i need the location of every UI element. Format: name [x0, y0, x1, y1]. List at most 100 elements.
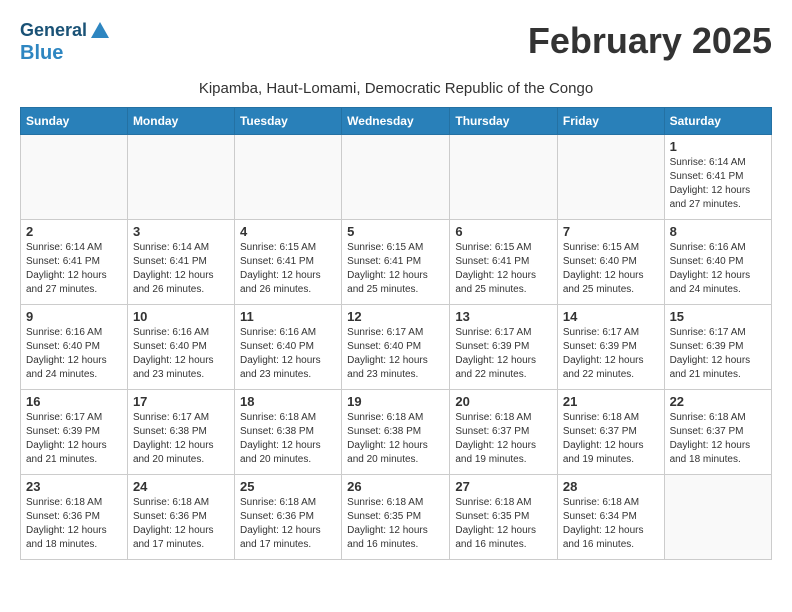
calendar-cell — [664, 475, 771, 560]
day-info: Sunrise: 6:17 AM Sunset: 6:38 PM Dayligh… — [133, 411, 229, 467]
day-info: Sunrise: 6:18 AM Sunset: 6:37 PM Dayligh… — [670, 411, 766, 467]
day-info: Sunrise: 6:18 AM Sunset: 6:34 PM Dayligh… — [563, 496, 659, 552]
day-number: 18 — [240, 394, 336, 409]
day-number: 27 — [455, 479, 552, 494]
calendar-cell: 14 Sunrise: 6:17 AM Sunset: 6:39 PM Dayli… — [557, 305, 664, 390]
day-number: 17 — [133, 394, 229, 409]
calendar-cell: 22 Sunrise: 6:18 AM Sunset: 6:37 PM Dayli… — [664, 390, 771, 475]
calendar-cell: 24 Sunrise: 6:18 AM Sunset: 6:36 PM Dayli… — [127, 475, 234, 560]
logo: General Blue — [20, 20, 111, 64]
day-info: Sunrise: 6:16 AM Sunset: 6:40 PM Dayligh… — [670, 241, 766, 297]
day-number: 26 — [347, 479, 444, 494]
day-number: 20 — [455, 394, 552, 409]
day-info: Sunrise: 6:18 AM Sunset: 6:36 PM Dayligh… — [26, 496, 122, 552]
calendar-cell: 9 Sunrise: 6:16 AM Sunset: 6:40 PM Daylig… — [21, 305, 128, 390]
calendar-cell: 27 Sunrise: 6:18 AM Sunset: 6:35 PM Dayli… — [450, 475, 558, 560]
day-info: Sunrise: 6:16 AM Sunset: 6:40 PM Dayligh… — [26, 326, 122, 382]
day-number: 6 — [455, 224, 552, 239]
day-number: 24 — [133, 479, 229, 494]
calendar-cell — [234, 135, 341, 220]
weekday-header-wednesday: Wednesday — [342, 108, 450, 135]
day-number: 14 — [563, 309, 659, 324]
calendar-cell: 5 Sunrise: 6:15 AM Sunset: 6:41 PM Daylig… — [342, 220, 450, 305]
calendar-cell: 28 Sunrise: 6:18 AM Sunset: 6:34 PM Dayli… — [557, 475, 664, 560]
day-number: 5 — [347, 224, 444, 239]
calendar-cell: 2 Sunrise: 6:14 AM Sunset: 6:41 PM Daylig… — [21, 220, 128, 305]
day-info: Sunrise: 6:14 AM Sunset: 6:41 PM Dayligh… — [26, 241, 122, 297]
day-info: Sunrise: 6:15 AM Sunset: 6:41 PM Dayligh… — [455, 241, 552, 297]
day-number: 1 — [670, 139, 766, 154]
day-number: 11 — [240, 309, 336, 324]
calendar-cell: 8 Sunrise: 6:16 AM Sunset: 6:40 PM Daylig… — [664, 220, 771, 305]
weekday-header-thursday: Thursday — [450, 108, 558, 135]
day-info: Sunrise: 6:14 AM Sunset: 6:41 PM Dayligh… — [670, 156, 766, 212]
calendar-cell: 13 Sunrise: 6:17 AM Sunset: 6:39 PM Dayli… — [450, 305, 558, 390]
day-number: 15 — [670, 309, 766, 324]
weekday-header-sunday: Sunday — [21, 108, 128, 135]
calendar-cell: 15 Sunrise: 6:17 AM Sunset: 6:39 PM Dayli… — [664, 305, 771, 390]
day-info: Sunrise: 6:17 AM Sunset: 6:39 PM Dayligh… — [455, 326, 552, 382]
day-number: 23 — [26, 479, 122, 494]
day-number: 9 — [26, 309, 122, 324]
calendar-cell — [450, 135, 558, 220]
calendar-cell: 21 Sunrise: 6:18 AM Sunset: 6:37 PM Dayli… — [557, 390, 664, 475]
calendar-cell: 25 Sunrise: 6:18 AM Sunset: 6:36 PM Dayli… — [234, 475, 341, 560]
calendar-cell: 19 Sunrise: 6:18 AM Sunset: 6:38 PM Dayli… — [342, 390, 450, 475]
calendar-cell: 26 Sunrise: 6:18 AM Sunset: 6:35 PM Dayli… — [342, 475, 450, 560]
day-number: 25 — [240, 479, 336, 494]
day-info: Sunrise: 6:18 AM Sunset: 6:37 PM Dayligh… — [563, 411, 659, 467]
day-info: Sunrise: 6:17 AM Sunset: 6:39 PM Dayligh… — [670, 326, 766, 382]
calendar-table: SundayMondayTuesdayWednesdayThursdayFrid… — [20, 107, 772, 560]
calendar-cell: 16 Sunrise: 6:17 AM Sunset: 6:39 PM Dayli… — [21, 390, 128, 475]
calendar-cell: 11 Sunrise: 6:16 AM Sunset: 6:40 PM Dayli… — [234, 305, 341, 390]
calendar-cell: 23 Sunrise: 6:18 AM Sunset: 6:36 PM Dayli… — [21, 475, 128, 560]
weekday-header-monday: Monday — [127, 108, 234, 135]
day-info: Sunrise: 6:17 AM Sunset: 6:39 PM Dayligh… — [563, 326, 659, 382]
weekday-header-saturday: Saturday — [664, 108, 771, 135]
location-subtitle: Kipamba, Haut-Lomami, Democratic Republi… — [20, 80, 772, 97]
day-info: Sunrise: 6:14 AM Sunset: 6:41 PM Dayligh… — [133, 241, 229, 297]
day-number: 16 — [26, 394, 122, 409]
day-info: Sunrise: 6:18 AM Sunset: 6:36 PM Dayligh… — [133, 496, 229, 552]
day-number: 12 — [347, 309, 444, 324]
calendar-cell: 20 Sunrise: 6:18 AM Sunset: 6:37 PM Dayli… — [450, 390, 558, 475]
month-year-title: February 2025 — [528, 20, 772, 62]
calendar-cell — [557, 135, 664, 220]
day-number: 21 — [563, 394, 659, 409]
calendar-cell: 6 Sunrise: 6:15 AM Sunset: 6:41 PM Daylig… — [450, 220, 558, 305]
calendar-cell: 3 Sunrise: 6:14 AM Sunset: 6:41 PM Daylig… — [127, 220, 234, 305]
day-info: Sunrise: 6:18 AM Sunset: 6:35 PM Dayligh… — [455, 496, 552, 552]
weekday-header-friday: Friday — [557, 108, 664, 135]
day-info: Sunrise: 6:17 AM Sunset: 6:39 PM Dayligh… — [26, 411, 122, 467]
day-number: 3 — [133, 224, 229, 239]
day-info: Sunrise: 6:18 AM Sunset: 6:36 PM Dayligh… — [240, 496, 336, 552]
day-info: Sunrise: 6:18 AM Sunset: 6:38 PM Dayligh… — [347, 411, 444, 467]
calendar-cell — [342, 135, 450, 220]
day-number: 7 — [563, 224, 659, 239]
calendar-cell: 7 Sunrise: 6:15 AM Sunset: 6:40 PM Daylig… — [557, 220, 664, 305]
day-info: Sunrise: 6:15 AM Sunset: 6:40 PM Dayligh… — [563, 241, 659, 297]
calendar-cell: 4 Sunrise: 6:15 AM Sunset: 6:41 PM Daylig… — [234, 220, 341, 305]
day-number: 2 — [26, 224, 122, 239]
calendar-cell: 17 Sunrise: 6:17 AM Sunset: 6:38 PM Dayli… — [127, 390, 234, 475]
calendar-cell: 10Sunrise: 6:16 AM Sunset: 6:40 PM Dayli… — [127, 305, 234, 390]
calendar-cell: 12 Sunrise: 6:17 AM Sunset: 6:40 PM Dayli… — [342, 305, 450, 390]
logo-text: General Blue — [20, 20, 111, 64]
day-number: 13 — [455, 309, 552, 324]
day-info: Sunrise: 6:17 AM Sunset: 6:40 PM Dayligh… — [347, 326, 444, 382]
calendar-cell: 1 Sunrise: 6:14 AM Sunset: 6:41 PM Daylig… — [664, 135, 771, 220]
day-number: 22 — [670, 394, 766, 409]
day-number: 19 — [347, 394, 444, 409]
calendar-cell: 18 Sunrise: 6:18 AM Sunset: 6:38 PM Dayli… — [234, 390, 341, 475]
calendar-cell — [21, 135, 128, 220]
day-number: 8 — [670, 224, 766, 239]
weekday-header-tuesday: Tuesday — [234, 108, 341, 135]
day-info: Sunrise: 6:18 AM Sunset: 6:35 PM Dayligh… — [347, 496, 444, 552]
day-info: Sunrise: 6:16 AM Sunset: 6:40 PM Dayligh… — [240, 326, 336, 382]
day-info: Sunrise: 6:15 AM Sunset: 6:41 PM Dayligh… — [347, 241, 444, 297]
day-number: 4 — [240, 224, 336, 239]
day-info: Sunrise: 6:15 AM Sunset: 6:41 PM Dayligh… — [240, 241, 336, 297]
day-info: Sunrise: 6:18 AM Sunset: 6:37 PM Dayligh… — [455, 411, 552, 467]
day-info: Sunrise: 6:18 AM Sunset: 6:38 PM Dayligh… — [240, 411, 336, 467]
day-number: 28 — [563, 479, 659, 494]
